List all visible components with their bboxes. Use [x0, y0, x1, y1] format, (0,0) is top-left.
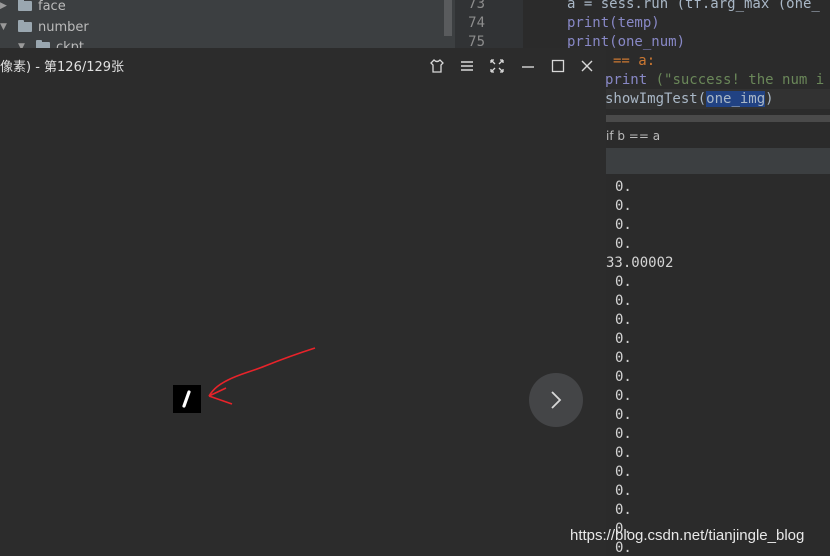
digit-image [173, 385, 201, 413]
console-line: 0. [615, 274, 632, 290]
editor-scrollbar[interactable] [605, 115, 830, 122]
project-tree: ▶ face ▼ number ▼ ckpt [0, 0, 455, 48]
console-line: 0. [615, 331, 632, 347]
console-line: 0. [615, 445, 632, 461]
breadcrumb[interactable]: if b == a [600, 126, 830, 146]
console-line: 0. [615, 426, 632, 442]
collapse-arrow-icon[interactable]: ▼ [0, 22, 10, 32]
console-line: 0. [615, 350, 632, 366]
tree-item-label: ckpt [56, 39, 85, 49]
console-line: 0. [615, 293, 632, 309]
folder-icon [18, 20, 32, 32]
console-output[interactable]: 0. 0. 0. 0. 33.00002 0. 0. 0. 0. 0. 0. 0… [600, 174, 830, 556]
folder-icon [18, 0, 32, 11]
menu-icon[interactable] [457, 56, 477, 76]
tree-item-label: face [38, 0, 66, 14]
viewer-title: 像素) - 第126/129张 [0, 60, 125, 75]
tree-item-ckpt[interactable]: ▼ ckpt [18, 37, 84, 48]
tree-scrollbar[interactable] [444, 0, 452, 36]
fullscreen-icon[interactable] [487, 56, 507, 76]
minimize-icon[interactable] [518, 56, 538, 76]
console-line: 0. [615, 236, 632, 252]
maximize-icon[interactable] [548, 56, 568, 76]
code-line: a = sess.run (tf.arg_max (one_ [567, 0, 820, 12]
tree-item-number[interactable]: ▼ number [0, 17, 89, 37]
annotation-arrow [208, 347, 316, 405]
console-toolbar [600, 148, 830, 174]
console-line: 0. [615, 464, 632, 480]
line-number: 74 [468, 15, 485, 31]
tree-item-label: number [38, 19, 89, 35]
chevron-right-icon [551, 391, 562, 409]
next-image-button[interactable] [529, 373, 583, 427]
close-icon[interactable] [577, 56, 597, 76]
console-line: 0. [615, 179, 632, 195]
code-line: print ("success! the num i [605, 72, 825, 88]
console-line: 0. [615, 198, 632, 214]
console-line: 0. [615, 483, 632, 499]
console-line: 33.00002 [606, 255, 674, 271]
tree-item-face[interactable]: ▶ face [0, 0, 66, 16]
console-line: 0. [615, 388, 632, 404]
code-line: print(temp) [567, 15, 660, 31]
code-line: == a: [613, 53, 656, 69]
code-line: showImgTest(one_img) [605, 91, 774, 107]
console-line: 0. [615, 407, 632, 423]
console-line: 0. [615, 312, 632, 328]
watermark: https://blog.csdn.net/tianjingle_blog [570, 527, 805, 544]
shirt-icon[interactable] [427, 56, 447, 76]
console-line: 0. [615, 217, 632, 233]
expand-arrow-icon[interactable]: ▶ [0, 1, 10, 11]
line-number: 73 [468, 0, 485, 12]
console-line: 0. [615, 502, 632, 518]
console-line: 0. [615, 369, 632, 385]
image-viewer-window: 像素) - 第126/129张 [0, 48, 606, 556]
